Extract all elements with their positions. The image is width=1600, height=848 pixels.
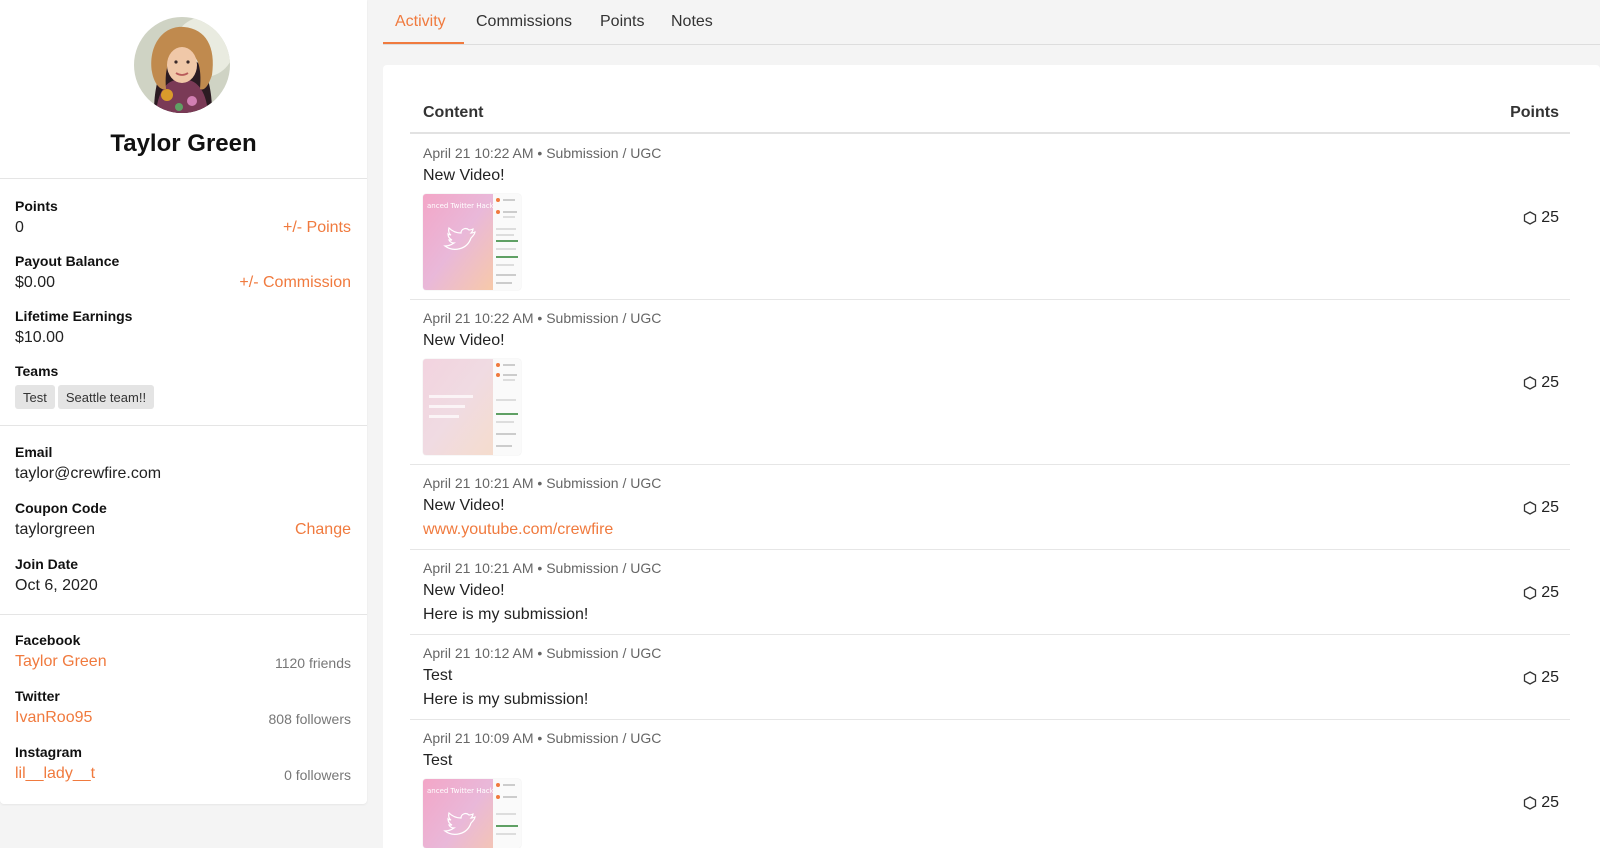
thumbnail-caption: anced Twitter Hacks! [427, 202, 500, 210]
tab-commissions[interactable]: Commissions [476, 13, 572, 31]
points-column-header: Points [1510, 104, 1559, 121]
join-date-label: Join Date [15, 556, 79, 572]
instagram-label: Instagram [15, 744, 82, 760]
hexagon-icon [1524, 796, 1537, 810]
instagram-profile-link[interactable]: lil__lady__t [15, 765, 95, 783]
adjust-commission-link[interactable]: +/- Commission [239, 274, 351, 292]
activity-title: New Video! [423, 497, 505, 514]
submission-link[interactable]: www.youtube.com/crewfire [423, 521, 613, 539]
points-value: 25 [1523, 499, 1559, 517]
coupon-code-value: taylorgreen [15, 521, 96, 538]
team-chip[interactable]: Seattle team!! [57, 385, 155, 409]
activity-meta: April 21 10:12 AM • Submission / UGC [423, 645, 662, 661]
points-value: 0 [15, 219, 24, 236]
divider [0, 178, 367, 179]
points-amount: 25 [1541, 669, 1559, 686]
active-tab-indicator [383, 42, 464, 44]
content-column-header: Content [423, 104, 484, 121]
lifetime-earnings-value: $10.00 [15, 329, 64, 346]
twitter-label: Twitter [15, 688, 60, 704]
submission-note: Here is my submission! [423, 606, 589, 623]
points-value: 25 [1523, 669, 1559, 687]
points-amount: 25 [1541, 209, 1559, 226]
header-divider [410, 132, 1570, 134]
row-divider [410, 634, 1570, 635]
team-chip[interactable]: Test [15, 385, 55, 409]
twitter-profile-link[interactable]: IvanRoo95 [15, 709, 92, 727]
activity-title: New Video! [423, 167, 505, 184]
profile-sidebar: Taylor Green Points 0 +/- Points Payout … [0, 0, 367, 804]
submission-note: Here is my submission! [423, 691, 589, 708]
avatar [134, 17, 230, 113]
hexagon-icon [1524, 671, 1537, 685]
points-amount: 25 [1541, 374, 1559, 391]
lifetime-earnings-label: Lifetime Earnings [15, 308, 133, 324]
adjust-points-link[interactable]: +/- Points [283, 219, 351, 237]
twitter-follower-count: 808 followers [268, 711, 352, 727]
points-value: 25 [1523, 209, 1559, 227]
row-divider [410, 299, 1570, 300]
activity-meta: April 21 10:22 AM • Submission / UGC [423, 145, 662, 161]
activity-meta: April 21 10:09 AM • Submission / UGC [423, 730, 662, 746]
hexagon-icon [1524, 501, 1537, 515]
row-divider [410, 719, 1570, 720]
payout-balance-value: $0.00 [15, 274, 56, 291]
tab-activity[interactable]: Activity [395, 13, 446, 31]
points-value: 25 [1523, 374, 1559, 392]
hexagon-icon [1524, 586, 1537, 600]
email-value: taylor@crewfire.com [15, 465, 162, 482]
points-value: 25 [1523, 584, 1559, 602]
tab-points[interactable]: Points [600, 13, 644, 31]
payout-balance-label: Payout Balance [15, 253, 120, 269]
submission-thumbnail[interactable]: anced Twitter Hacks! [423, 779, 521, 848]
divider [0, 614, 367, 615]
activity-title: New Video! [423, 332, 505, 349]
facebook-label: Facebook [15, 632, 81, 648]
profile-name: Taylor Green [110, 130, 257, 157]
submission-thumbnail[interactable] [423, 359, 521, 455]
facebook-friend-count: 1120 friends [274, 655, 351, 671]
activity-meta: April 21 10:21 AM • Submission / UGC [423, 475, 662, 491]
hexagon-icon [1524, 376, 1537, 390]
row-divider [410, 549, 1570, 550]
activity-title: New Video! [423, 582, 505, 599]
change-coupon-link[interactable]: Change [295, 521, 351, 539]
teams-list: Test Seattle team!! [15, 385, 155, 409]
points-amount: 25 [1541, 794, 1559, 811]
activity-meta: April 21 10:22 AM • Submission / UGC [423, 310, 662, 326]
facebook-profile-link[interactable]: Taylor Green [15, 653, 107, 671]
row-divider [410, 464, 1570, 465]
instagram-follower-count: 0 followers [284, 767, 351, 783]
points-amount: 25 [1541, 499, 1559, 516]
points-amount: 25 [1541, 584, 1559, 601]
email-label: Email [15, 444, 53, 460]
points-label: Points [15, 198, 58, 214]
divider [0, 425, 367, 426]
activity-title: Test [423, 752, 453, 769]
teams-label: Teams [15, 363, 59, 379]
tab-notes[interactable]: Notes [671, 13, 713, 31]
join-date-value: Oct 6, 2020 [15, 577, 98, 594]
points-value: 25 [1523, 794, 1559, 812]
activity-meta: April 21 10:21 AM • Submission / UGC [423, 560, 662, 576]
hexagon-icon [1524, 211, 1537, 225]
activity-title: Test [423, 667, 453, 684]
coupon-code-label: Coupon Code [15, 500, 107, 516]
thumbnail-caption: anced Twitter Hacks! [427, 787, 500, 795]
submission-thumbnail[interactable]: anced Twitter Hacks! [423, 194, 521, 290]
